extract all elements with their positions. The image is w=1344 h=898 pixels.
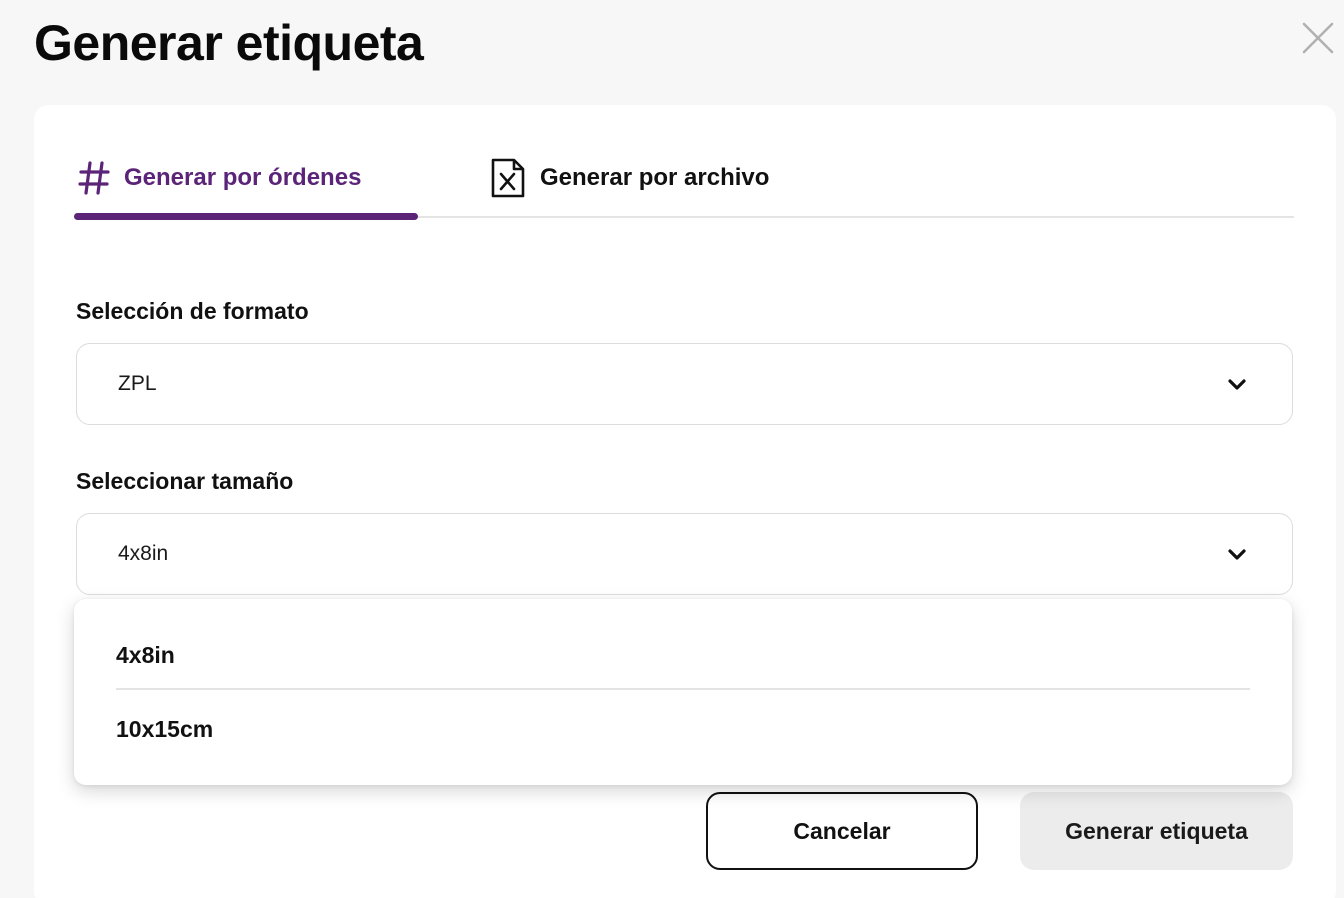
chevron-down-icon [1228,379,1246,390]
chevron-down-icon [1228,549,1246,560]
tab-label: Generar por archivo [540,164,770,191]
cancel-button[interactable]: Cancelar [706,792,978,870]
size-dropdown-menu: 4x8in 10x15cm [74,599,1292,785]
tab-generate-by-orders[interactable]: Generar por órdenes [78,145,361,211]
tab-generate-by-file[interactable]: Generar por archivo [490,145,769,211]
close-icon [1302,22,1334,54]
generate-label-dialog: Generar etiqueta Generar por órdenes Gen… [0,0,1344,898]
size-option-4x8in[interactable]: 4x8in [116,625,1250,685]
dialog-title: Generar etiqueta [34,15,424,71]
option-label: 4x8in [116,641,175,668]
tab-bar: Generar por órdenes Generar por archivo [74,145,1294,221]
option-divider [116,688,1250,690]
active-tab-indicator [74,213,418,220]
size-option-10x15cm[interactable]: 10x15cm [116,699,1250,759]
size-label: Seleccionar tamaño [76,468,294,494]
close-button[interactable] [1298,18,1338,58]
file-excel-icon [491,158,525,198]
option-label: 10x15cm [116,715,214,742]
format-label: Selección de formato [76,298,309,324]
size-select[interactable]: 4x8in [76,513,1293,595]
format-select[interactable]: ZPL [76,343,1293,425]
hash-icon [78,161,110,195]
dialog-card: Generar por órdenes Generar por archivo … [34,105,1336,898]
size-select-value: 4x8in [118,542,169,565]
tab-label: Generar por órdenes [124,164,362,191]
generate-label-button[interactable]: Generar etiqueta [1020,792,1293,870]
format-select-value: ZPL [118,372,157,395]
